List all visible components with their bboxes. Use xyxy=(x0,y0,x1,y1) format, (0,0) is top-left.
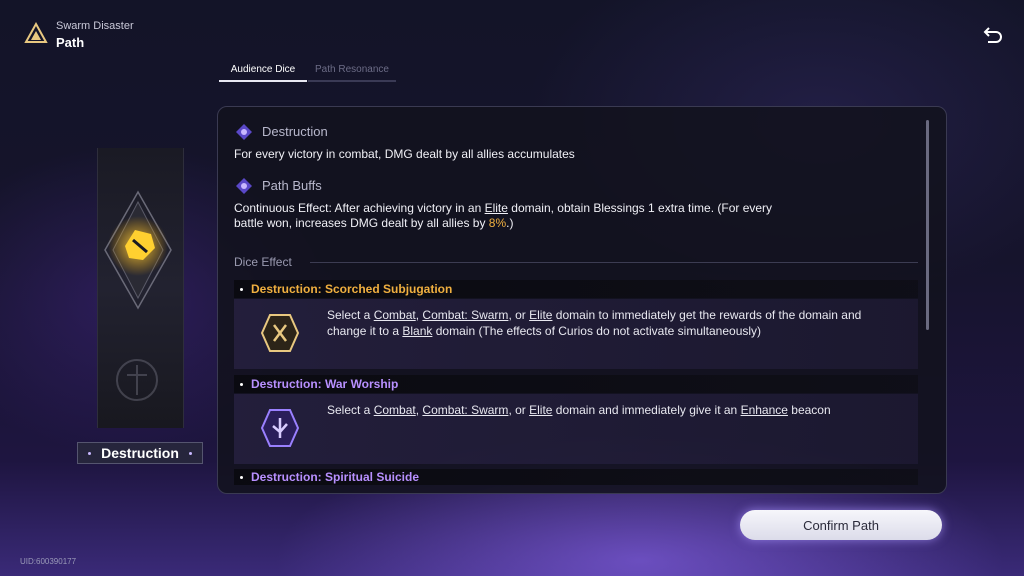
dice-effect-divider xyxy=(310,262,918,263)
dice-entry-title: Destruction: Scorched Subjugation xyxy=(251,282,453,296)
swarm-disaster-logo-icon xyxy=(24,22,48,43)
dice-entry-title: Destruction: Spiritual Suicide xyxy=(251,470,420,484)
dice-entry-title: Destruction: War Worship xyxy=(251,377,399,391)
dice-entry-header[interactable]: Destruction: Scorched Subjugation xyxy=(234,280,918,298)
entry-bullet xyxy=(240,382,243,386)
path-name: Destruction xyxy=(101,445,179,461)
destruction-emblem-icon xyxy=(104,190,172,310)
plate-dot-left xyxy=(88,451,92,455)
path-buffs-icon xyxy=(236,178,252,194)
buff-text-a: Continuous Effect: After achieving victo… xyxy=(234,201,485,215)
link-elite[interactable]: Elite xyxy=(529,403,552,417)
text-run: domain and immediately give it an xyxy=(552,403,741,417)
tab-path-resonance[interactable]: Path Resonance xyxy=(308,64,396,82)
uid-label: UID:600390177 xyxy=(20,557,77,566)
link-elite[interactable]: Elite xyxy=(529,308,552,322)
buff-text-c: battle won, increases DMG dealt by all a… xyxy=(234,216,489,230)
text-run: beacon xyxy=(787,403,831,417)
entry-bullet xyxy=(240,475,243,479)
buff-percentage: 8% xyxy=(488,216,507,230)
scorched-subjugation-dice-icon xyxy=(260,314,300,352)
destruction-description: For every victory in combat, DMG dealt b… xyxy=(234,147,575,161)
link-blank[interactable]: Blank xyxy=(402,324,432,338)
tab-audience-dice[interactable]: Audience Dice xyxy=(219,64,307,82)
dice-entry-body: Select a Combat, Combat: Swarm, or Elite… xyxy=(234,394,918,464)
buff-text-b: domain, obtain Blessings 1 extra time. (… xyxy=(507,201,773,215)
war-worship-dice-icon xyxy=(260,409,300,447)
dice-entry-description: Select a Combat, Combat: Swarm, or Elite… xyxy=(327,307,897,339)
dice-entry-header[interactable]: Destruction: War Worship xyxy=(234,375,918,393)
text-run: , or xyxy=(508,308,530,322)
panel-scrollbar[interactable] xyxy=(926,120,929,330)
text-run: domain (The effects of Curios do not act… xyxy=(432,324,762,338)
dice-entry-description: Select a Combat, Combat: Swarm, or Elite… xyxy=(327,402,897,418)
pillar-sigil-icon xyxy=(116,359,158,401)
back-icon[interactable] xyxy=(980,24,1004,48)
section-path-buffs-title: Path Buffs xyxy=(262,178,322,193)
link-enhance[interactable]: Enhance xyxy=(741,403,788,417)
destruction-section-icon xyxy=(236,124,252,140)
confirm-path-button[interactable]: Confirm Path xyxy=(740,510,942,540)
text-run: Select a xyxy=(327,308,374,322)
link-combat-swarm[interactable]: Combat: Swarm xyxy=(422,308,508,322)
link-combat[interactable]: Combat xyxy=(374,308,416,322)
buff-link-elite[interactable]: Elite xyxy=(485,201,508,215)
dice-effect-label: Dice Effect xyxy=(234,255,292,269)
link-combat-swarm[interactable]: Combat: Swarm xyxy=(422,403,508,417)
plate-dot-right xyxy=(188,451,192,455)
page-title: Path xyxy=(56,35,85,50)
dice-entry-header[interactable]: Destruction: Spiritual Suicide xyxy=(234,469,918,485)
section-destruction-title: Destruction xyxy=(262,124,328,139)
header-subtitle: Swarm Disaster xyxy=(56,20,134,32)
link-combat[interactable]: Combat xyxy=(374,403,416,417)
text-run: Select a xyxy=(327,403,374,417)
path-name-plate: Destruction xyxy=(77,442,203,464)
path-buffs-description: Continuous Effect: After achieving victo… xyxy=(234,201,914,231)
entry-bullet xyxy=(240,287,243,291)
dice-entry-body: Select a Combat, Combat: Swarm, or Elite… xyxy=(234,299,918,369)
buff-text-d: .) xyxy=(506,216,514,230)
text-run: , or xyxy=(508,403,530,417)
